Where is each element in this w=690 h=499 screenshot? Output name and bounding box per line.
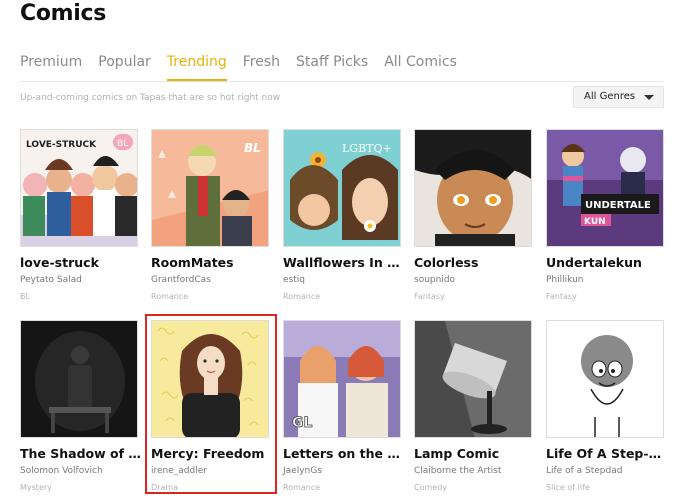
cover-badge-text: BL <box>117 139 128 149</box>
tab-premium[interactable]: Premium <box>20 53 82 81</box>
page-title: Comics <box>20 1 107 26</box>
comic-cover[interactable]: GL <box>283 320 401 438</box>
comic-genre: Fantasy <box>414 292 445 301</box>
comic-genre: Comedy <box>414 483 448 492</box>
comic-author[interactable]: Life of a Stepdad <box>546 466 622 476</box>
tab-popular[interactable]: Popular <box>98 53 151 81</box>
comic-author[interactable]: soupnido <box>414 275 455 285</box>
cover-title-text: LOVE-STRUCK <box>26 140 97 150</box>
tab-trending[interactable]: Trending <box>166 53 227 81</box>
genre-dropdown-value: All Genres <box>584 91 636 102</box>
comic-author[interactable]: JaelynGs <box>283 466 322 476</box>
category-tabs: Premium Popular Trending Fresh Staff Pic… <box>20 53 473 81</box>
comic-cover[interactable] <box>546 320 664 438</box>
comic-title[interactable]: Mercy: Freedom <box>151 446 273 461</box>
comic-genre: Drama <box>151 483 179 492</box>
section-subtitle: Up-and-coming comics on Tapas that are s… <box>20 93 281 103</box>
cover-badge-text: GL <box>292 415 312 431</box>
comic-title[interactable]: Colorless <box>414 255 536 270</box>
comic-cover[interactable] <box>20 320 138 438</box>
comic-author[interactable]: irene_addler <box>151 466 207 476</box>
comic-author[interactable]: Phillikun <box>546 275 583 285</box>
comic-cover[interactable] <box>414 129 532 247</box>
comic-genre: Romance <box>283 483 321 492</box>
comic-cover[interactable]: LGBTQ+ <box>283 129 401 247</box>
comic-title[interactable]: Life Of A Step-D... <box>546 446 668 461</box>
cover-title-text: UNDERTALE <box>585 200 651 211</box>
comic-author[interactable]: estiq <box>283 275 305 285</box>
comic-title[interactable]: Undertalekun <box>546 255 668 270</box>
comic-author[interactable]: Solomon Volfovich <box>20 466 103 476</box>
cover-title-text: LGBTQ+ <box>342 142 392 155</box>
cover-badge-text: BL <box>244 141 261 155</box>
comic-author[interactable]: Peytato Salad <box>20 275 82 285</box>
cover-subtitle-text: KUN <box>584 217 606 227</box>
tab-staff-picks[interactable]: Staff Picks <box>296 53 368 81</box>
comic-title[interactable]: RoomMates <box>151 255 273 270</box>
genre-dropdown[interactable]: All Genres <box>573 86 664 108</box>
comic-cover[interactable]: LOVE-STRUCK BL <box>20 129 138 247</box>
comic-cover[interactable] <box>414 320 532 438</box>
comic-title[interactable]: Letters on the w... <box>283 446 405 461</box>
comic-title[interactable]: love-struck <box>20 255 142 270</box>
comic-title[interactable]: Lamp Comic <box>414 446 536 461</box>
comic-author[interactable]: Claiborne the Artist <box>414 466 501 476</box>
comic-cover[interactable] <box>151 320 269 438</box>
comic-genre: Slice of life <box>546 483 590 492</box>
comic-cover[interactable]: UNDERTALE KUN <box>546 129 664 247</box>
comic-author[interactable]: GrantfordCas <box>151 275 211 285</box>
tabs-divider <box>20 81 664 82</box>
comic-title[interactable]: Wallflowers In B... <box>283 255 405 270</box>
comic-cover[interactable]: BL <box>151 129 269 247</box>
comic-genre: Romance <box>283 292 321 301</box>
comic-genre: Mystery <box>20 483 52 492</box>
tab-all-comics[interactable]: All Comics <box>384 53 457 81</box>
comic-genre: Fantasy <box>546 292 577 301</box>
caret-down-icon <box>644 95 654 100</box>
comic-genre: BL <box>20 292 30 301</box>
comic-title[interactable]: The Shadow of ... <box>20 446 142 461</box>
tab-fresh[interactable]: Fresh <box>243 53 280 81</box>
comic-genre: Romance <box>151 292 189 301</box>
